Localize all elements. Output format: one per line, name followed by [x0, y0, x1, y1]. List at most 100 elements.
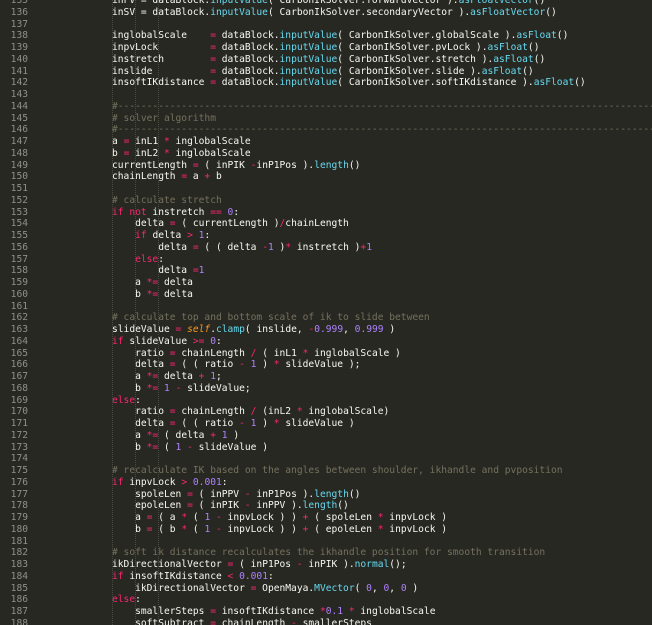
code-line[interactable]: 178 epoleLen = ( inPIK - inPPV ).length(… [0, 500, 652, 512]
code-line[interactable]: 173 b *= ( 1 - slideValue ) [0, 442, 652, 454]
code-text: chainLength = a + b [112, 171, 222, 182]
code-token: inputValue [279, 30, 338, 42]
code-token: ) [406, 582, 419, 594]
code-line[interactable]: 181 [0, 536, 652, 548]
code-line[interactable]: 179 a = ( a * ( 1 - inpvLock ) ) + ( spo… [0, 512, 652, 524]
line-number: 185 [10, 582, 28, 594]
code-line[interactable]: 156 delta = ( ( delta -1 )* instretch )+… [0, 242, 652, 254]
code-line[interactable]: 148 b = inL2 * inglobalScale [0, 148, 652, 160]
code-line[interactable]: 166 delta = ( ( ratio - 1 ) * slideValue… [0, 359, 652, 371]
code-text: softSubtract = chainLength - smallerStep… [112, 618, 372, 625]
code-line[interactable]: 162 # calculate top and bottom scale of i… [0, 312, 652, 324]
code-line[interactable]: 174 [0, 453, 652, 465]
code-text: # recalculate IK based on the angles bet… [112, 465, 563, 476]
code-token: ratio [112, 406, 170, 418]
code-text: a *= ( delta + 1 ) [112, 430, 239, 441]
code-line[interactable]: 167 a *= delta + 1; [0, 371, 652, 383]
code-line[interactable]: 176 if inpvLock > 0.001: [0, 477, 652, 489]
code-line[interactable]: 150 chainLength = a + b [0, 171, 652, 183]
code-token: inglobalScale [354, 606, 436, 617]
code-token: () [522, 65, 534, 77]
code-line[interactable]: 135 inFV = dataBlock.inputValue( CarbonIk… [0, 0, 652, 7]
code-token: ( CarbonIkSolver.stretch ). [337, 53, 494, 65]
code-line[interactable]: 159 a *= delta [0, 277, 652, 289]
code-token: ( currentLength ) [175, 218, 280, 230]
line-number: 179 [10, 512, 28, 523]
code-token: self [187, 324, 211, 335]
code-line[interactable]: 161 [0, 301, 652, 313]
code-token: ) [256, 359, 274, 371]
code-text: inSV = dataBlock.inputValue( CarbonIkSol… [112, 7, 557, 18]
code-line[interactable]: 152 # calculate stretch [0, 195, 652, 207]
code-line[interactable]: 137 [0, 19, 652, 31]
code-line[interactable]: 144 #------------------------------------… [0, 101, 652, 113]
code-line[interactable]: 155 if delta > 1: [0, 230, 652, 242]
code-token: ( [354, 582, 367, 594]
code-token: inSV = dataBlock. [112, 6, 211, 18]
code-line[interactable]: 183 ikDirectionalVector = ( inP1Pos - inP… [0, 559, 652, 571]
code-token: ( inL1 [256, 347, 303, 359]
code-line[interactable]: 184 if insoftIKdistance < 0.001: [0, 571, 652, 583]
code-line[interactable]: 169 else: [0, 395, 652, 407]
code-editor[interactable]: 135 inFV = dataBlock.inputValue( CarbonIk… [0, 0, 652, 625]
code-token: # recalculate IK based on the angles bet… [112, 465, 563, 476]
code-line[interactable]: 138 inglobalScale = dataBlock.inputValue(… [0, 30, 652, 42]
code-token: epoleLen [112, 500, 188, 512]
code-line[interactable]: 170 ratio = chainLength / (inL2 * inglob… [0, 406, 652, 418]
code-token: inFV = dataBlock. [112, 0, 211, 6]
code-text: delta = ( ( ratio - 1 ) * slideValue ) [112, 418, 355, 429]
code-token: inpvLock ) [383, 523, 448, 535]
code-token: if not [112, 206, 147, 218]
code-token: slideValue ) [279, 418, 355, 429]
line-number: 150 [10, 171, 28, 183]
code-line[interactable]: 180 b = ( b * ( 1 - inpvLock ) ) + ( epo… [0, 524, 652, 536]
code-line[interactable]: 147 a = inL1 * inglobalScale [0, 136, 652, 148]
line-number: 186 [10, 594, 28, 606]
code-line[interactable]: 139 inpvLock = dataBlock.inputValue( Carb… [0, 42, 652, 54]
code-line[interactable]: 157 else: [0, 254, 652, 266]
code-token: inPIK ). [302, 559, 355, 570]
code-line[interactable]: 177 spoleLen = ( inPPV - inP1Pos ).lengt… [0, 489, 652, 501]
code-line[interactable]: 172 a *= ( delta + 1 ) [0, 430, 652, 442]
line-number: 166 [10, 359, 28, 371]
code-token: ( CarbonIkSolver.pvLock ). [337, 42, 488, 53]
code-line[interactable]: 145 # solver algorithm [0, 113, 652, 125]
code-line[interactable]: 141 inslide = dataBlock.inputValue( Carbo… [0, 66, 652, 78]
code-token: inpvLock ) ) [221, 523, 303, 535]
code-text: # solver algorithm [112, 113, 216, 124]
code-line[interactable]: 149 currentLength = ( inPIK -inP1Pos ).le… [0, 160, 652, 172]
code-line[interactable]: 143 [0, 89, 652, 101]
code-line[interactable]: 154 delta = ( currentLength )/chainLengt… [0, 218, 652, 230]
code-line[interactable]: 182 # soft ik distance recalculates the i… [0, 547, 652, 559]
code-line[interactable]: 160 b *= delta [0, 289, 652, 301]
code-line[interactable]: 188 softSubtract = chainLength - smaller… [0, 618, 652, 625]
code-line[interactable]: 158 delta =1 [0, 265, 652, 277]
code-line[interactable]: 136 inSV = dataBlock.inputValue( CarbonIk… [0, 7, 652, 19]
code-text: a = inL1 * inglobalScale [112, 136, 251, 147]
code-line[interactable]: 168 b *= 1 - slideValue; [0, 383, 652, 395]
code-line[interactable]: 164 if slideValue >= 0: [0, 336, 652, 348]
code-token: ( [187, 523, 205, 535]
code-line[interactable]: 153 if not instretch == 0: [0, 207, 652, 219]
code-line[interactable]: 146 #------------------------------------… [0, 124, 652, 136]
code-token: *= [146, 277, 159, 288]
code-line[interactable]: 171 delta = ( ( ratio - 1 ) * slideValue… [0, 418, 652, 430]
line-number: 147 [10, 136, 28, 147]
code-text: smallerSteps = insoftIKdistance *0.1 * i… [112, 606, 436, 617]
code-line[interactable]: 163 slideValue = self.clamp( inslide, -0.… [0, 324, 652, 336]
code-token: insoftIKdistance [215, 606, 320, 617]
code-text: b = inL2 * inglobalScale [112, 148, 251, 159]
code-line[interactable]: 165 ratio = chainLength / ( inL1 * inglo… [0, 348, 652, 360]
code-line[interactable]: 142 insoftIKdistance = dataBlock.inputVal… [0, 77, 652, 89]
code-token: a [112, 371, 147, 382]
code-line[interactable]: 151 [0, 183, 652, 195]
code-token: *= [146, 371, 159, 382]
code-line[interactable]: 140 instretch = dataBlock.inputValue( Car… [0, 54, 652, 66]
code-line[interactable]: 187 smallerSteps = insoftIKdistance *0.1… [0, 606, 652, 618]
code-token: b [112, 288, 147, 300]
code-line[interactable]: 186 else: [0, 594, 652, 606]
code-line[interactable]: 185 ikDirectionalVector = OpenMaya.MVect… [0, 583, 652, 595]
code-token: ( delta [158, 429, 211, 441]
code-text: ratio = chainLength / (inL2 * inglobalSc… [112, 406, 389, 417]
code-line[interactable]: 175 # recalculate IK based on the angles … [0, 465, 652, 477]
